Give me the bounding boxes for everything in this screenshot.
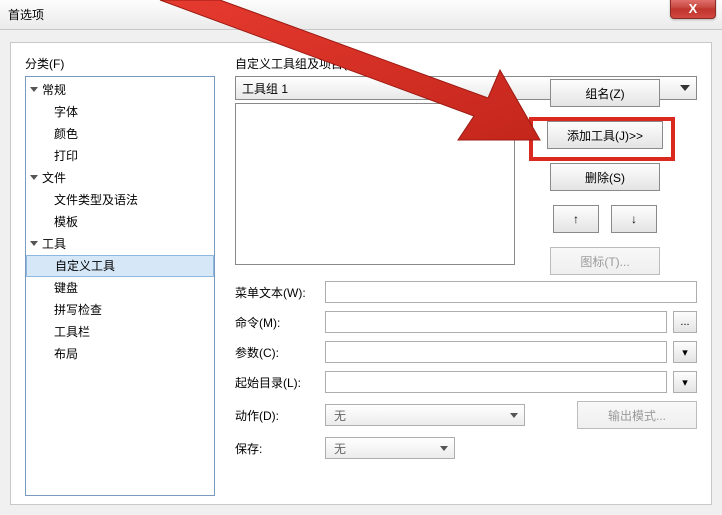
save-value: 无 [334,440,346,457]
side-buttons: 组名(Z) 添加工具(J)>> 删除(S) ↑ ↓ 图标(T)... [535,79,675,275]
tool-list[interactable] [235,103,515,265]
chevron-down-icon [510,413,518,418]
tree-item-label: 自定义工具 [55,259,115,273]
tree-item[interactable]: 文件类型及语法 [26,189,214,211]
action-value: 无 [334,407,346,424]
start-dir-more-button[interactable]: ▾ [673,371,697,393]
save-combo[interactable]: 无 [325,437,455,459]
command-input[interactable] [325,311,667,333]
tree-item-label: 字体 [54,105,78,119]
start-dir-input[interactable] [325,371,667,393]
fields-group: 菜单文本(W): 命令(M): ... 参数(C): ▾ 起始目录(L): ▾ … [235,281,697,467]
parameters-input[interactable] [325,341,667,363]
tree-item[interactable]: 工具 [26,233,214,255]
menu-text-label: 菜单文本(W): [235,284,319,301]
group-combo-value: 工具组 1 [242,80,288,97]
tree-item[interactable]: 布局 [26,343,214,365]
field-start-dir: 起始目录(L): ▾ [235,371,697,393]
category-label: 分类(F) [25,55,215,72]
caret-down-icon [30,241,38,246]
tree-item[interactable]: 字体 [26,101,214,123]
tree-item-label: 打印 [54,149,78,163]
field-parameters: 参数(C): ▾ [235,341,697,363]
tree-item-label: 工具 [42,237,66,251]
caret-down-icon [30,175,38,180]
field-action: 动作(D): 无 输出模式... [235,401,697,429]
tree-item[interactable]: 键盘 [26,277,214,299]
settings-pane: 自定义工具组及项目(G): 工具组 1 组名(Z) 添加工具(J)>> 删除(S… [235,55,697,492]
action-combo[interactable]: 无 [325,404,525,426]
tree-item-label: 键盘 [54,281,78,295]
tree-item-label: 工具栏 [54,325,90,339]
close-icon: X [689,1,698,16]
tree-item-label: 模板 [54,215,78,229]
chevron-down-icon [680,85,690,91]
add-tool-button[interactable]: 添加工具(J)>> [547,121,663,149]
caret-down-icon [30,87,38,92]
move-down-button[interactable]: ↓ [611,205,657,233]
tree-item-label: 拼写检查 [54,303,102,317]
field-command: 命令(M): ... [235,311,697,333]
titlebar: 首选项 X [0,0,722,30]
output-mode-button[interactable]: 输出模式... [577,401,697,429]
group-label: 自定义工具组及项目(G): [235,55,697,72]
command-label: 命令(M): [235,314,319,331]
save-label: 保存: [235,440,319,457]
tree-item[interactable]: 拼写检查 [26,299,214,321]
tree-item-label: 布局 [54,347,78,361]
icon-button[interactable]: 图标(T)... [550,247,660,275]
window-title: 首选项 [8,6,44,23]
category-pane: 分类(F) 常规字体颜色打印文件文件类型及语法模板工具自定义工具键盘拼写检查工具… [25,55,215,492]
tree-item[interactable]: 工具栏 [26,321,214,343]
close-button[interactable]: X [670,0,716,19]
rename-group-button[interactable]: 组名(Z) [550,79,660,107]
delete-button[interactable]: 删除(S) [550,163,660,191]
parameters-label: 参数(C): [235,344,319,361]
tree-item[interactable]: 常规 [26,79,214,101]
command-browse-button[interactable]: ... [673,311,697,333]
tree-item-label: 文件类型及语法 [54,193,138,207]
tree-item-label: 常规 [42,83,66,97]
start-dir-label: 起始目录(L): [235,374,319,391]
tree-item[interactable]: 打印 [26,145,214,167]
dialog-body: 分类(F) 常规字体颜色打印文件文件类型及语法模板工具自定义工具键盘拼写检查工具… [10,42,712,505]
tree-item-label: 颜色 [54,127,78,141]
menu-text-input[interactable] [325,281,697,303]
tree-item-label: 文件 [42,171,66,185]
tree-item[interactable]: 自定义工具 [26,255,214,277]
category-tree[interactable]: 常规字体颜色打印文件文件类型及语法模板工具自定义工具键盘拼写检查工具栏布局 [25,76,215,496]
field-menu-text: 菜单文本(W): [235,281,697,303]
field-save: 保存: 无 [235,437,697,459]
move-up-button[interactable]: ↑ [553,205,599,233]
parameters-more-button[interactable]: ▾ [673,341,697,363]
chevron-down-icon [440,446,448,451]
tree-item[interactable]: 文件 [26,167,214,189]
tree-item[interactable]: 颜色 [26,123,214,145]
tree-item[interactable]: 模板 [26,211,214,233]
action-label: 动作(D): [235,407,319,424]
